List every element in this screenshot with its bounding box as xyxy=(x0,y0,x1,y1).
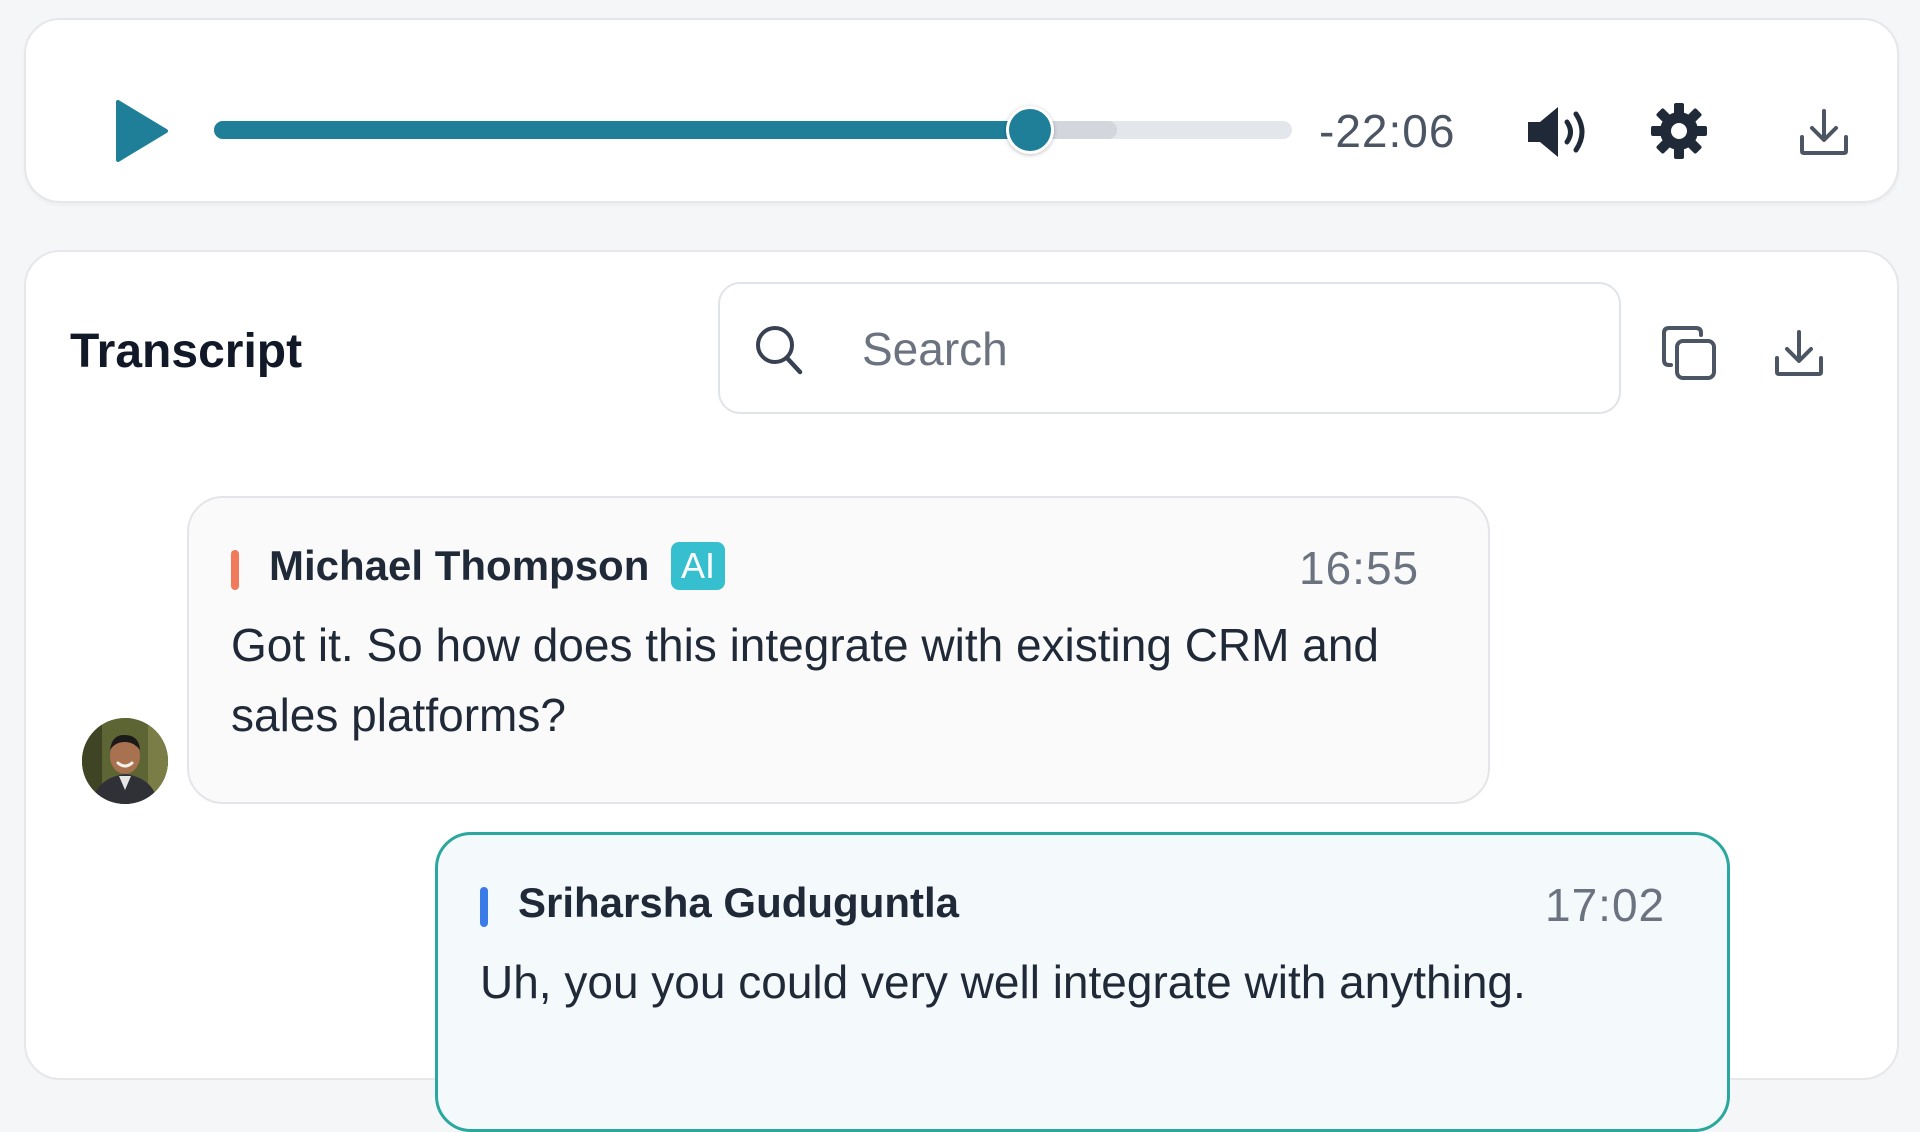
transcript-download-button[interactable] xyxy=(1773,328,1825,378)
message-text: Uh, you you could very well integrate wi… xyxy=(480,956,1526,1008)
message-text: Got it. So how does this integrate with … xyxy=(231,619,1380,741)
settings-button[interactable] xyxy=(1650,102,1708,160)
audio-player: -22:06 xyxy=(24,18,1899,203)
seek-bar[interactable] xyxy=(214,106,1292,154)
volume-button[interactable] xyxy=(1524,104,1592,160)
gear-icon xyxy=(1651,103,1707,159)
time-remaining: -22:06 xyxy=(1319,105,1456,157)
search-input[interactable] xyxy=(860,312,1580,386)
ai-badge: AI xyxy=(671,542,726,590)
download-icon xyxy=(1800,109,1848,155)
download-icon xyxy=(1775,330,1823,376)
copy-icon xyxy=(1662,326,1716,380)
seek-progress xyxy=(214,121,1031,139)
avatar-photo xyxy=(82,718,168,804)
speaker-color-bar xyxy=(480,887,488,927)
search-box[interactable] xyxy=(718,282,1621,414)
message-timestamp[interactable]: 17:02 xyxy=(1545,878,1665,932)
audio-download-button[interactable] xyxy=(1798,107,1850,157)
copy-transcript-button[interactable] xyxy=(1661,325,1717,381)
transcript-title: Transcript xyxy=(70,325,303,378)
message-timestamp[interactable]: 16:55 xyxy=(1299,541,1419,595)
speaker-name: Sriharsha Guduguntla xyxy=(518,879,960,926)
transcript-message-active[interactable]: Sriharsha Guduguntla 17:02 Uh, you you c… xyxy=(435,832,1730,1132)
play-icon xyxy=(116,100,168,162)
avatar xyxy=(82,718,168,804)
speaker-name: Michael Thompson xyxy=(269,542,650,589)
volume-icon xyxy=(1528,107,1585,157)
search-icon xyxy=(756,326,803,375)
play-button[interactable] xyxy=(114,98,170,164)
transcript-message[interactable]: Michael Thompson AI 16:55 Got it. So how… xyxy=(187,496,1490,804)
speaker-color-bar xyxy=(231,550,239,590)
seek-thumb[interactable] xyxy=(1006,106,1055,154)
transcript-panel: Transcript Search Michael Thompson AI 16… xyxy=(24,250,1899,1132)
